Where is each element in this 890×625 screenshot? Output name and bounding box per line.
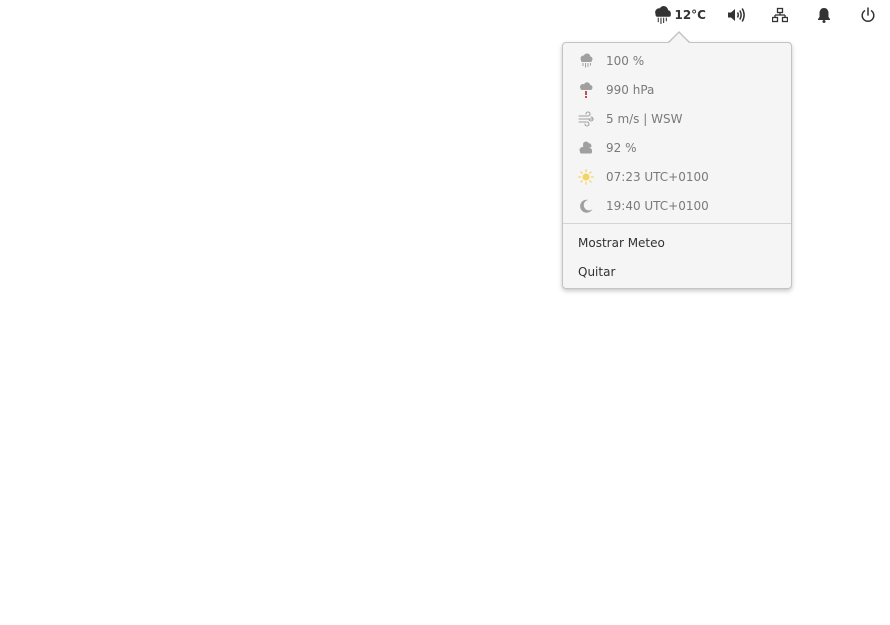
weather-indicator[interactable]: 12°C bbox=[652, 4, 706, 26]
sunset-row: 19:40 UTC+0100 bbox=[563, 191, 791, 220]
cloudiness-row: 92 % bbox=[563, 133, 791, 162]
precipitation-value: 100 % bbox=[606, 53, 645, 68]
cloudiness-icon bbox=[579, 141, 592, 154]
show-weather-label: Mostrar Meteo bbox=[578, 235, 665, 250]
sunset-icon bbox=[580, 199, 593, 213]
power-icon bbox=[861, 7, 875, 22]
weather-popover: 100 % 990 hPa 5 m/s | WSW 92 % 07:23 UTC… bbox=[562, 42, 792, 289]
wind-row: 5 m/s | WSW bbox=[563, 104, 791, 133]
rain-cloud-icon bbox=[655, 6, 671, 24]
cloudiness-value: 92 % bbox=[606, 140, 637, 155]
sound-indicator[interactable] bbox=[724, 4, 748, 26]
quit-label: Quitar bbox=[578, 264, 616, 279]
pressure-value: 990 hPa bbox=[606, 82, 655, 97]
show-weather-menu-item[interactable]: Mostrar Meteo bbox=[563, 228, 791, 257]
sunrise-row: 07:23 UTC+0100 bbox=[563, 162, 791, 191]
menu-separator bbox=[563, 223, 791, 224]
wind-value: 5 m/s | WSW bbox=[606, 111, 683, 126]
sunset-value: 19:40 UTC+0100 bbox=[606, 198, 709, 213]
power-indicator[interactable] bbox=[856, 4, 880, 26]
sunrise-value: 07:23 UTC+0100 bbox=[606, 169, 709, 184]
notifications-indicator[interactable] bbox=[812, 4, 836, 26]
top-panel: 12°C bbox=[0, 0, 890, 30]
network-indicator[interactable] bbox=[768, 4, 792, 26]
temperature-label: 12°C bbox=[674, 8, 706, 22]
notification-bell-icon bbox=[818, 8, 830, 23]
popover-arrow-fill bbox=[669, 33, 689, 43]
wind-icon bbox=[578, 111, 594, 127]
volume-icon bbox=[728, 8, 745, 22]
precipitation-icon bbox=[580, 53, 593, 68]
network-wired-icon bbox=[772, 7, 788, 23]
sunrise-icon bbox=[578, 169, 594, 185]
quit-menu-item[interactable]: Quitar bbox=[563, 257, 791, 286]
pressure-row: 990 hPa bbox=[563, 75, 791, 104]
pressure-icon bbox=[580, 82, 593, 98]
precipitation-row: 100 % bbox=[563, 46, 791, 75]
